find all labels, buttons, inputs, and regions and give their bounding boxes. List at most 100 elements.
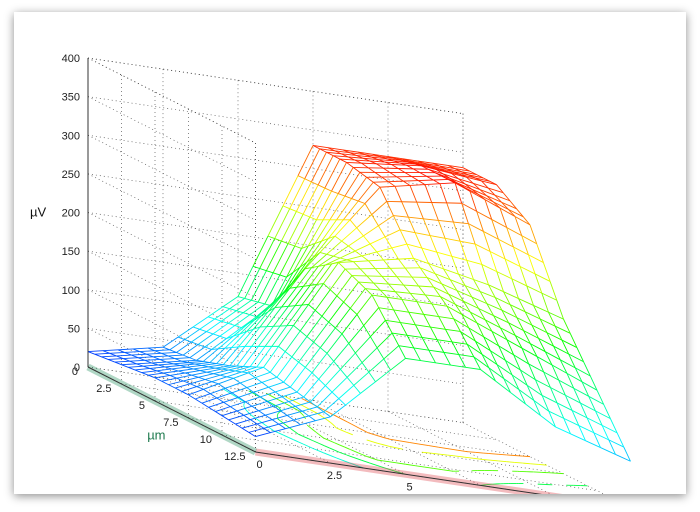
mesh-line <box>368 259 384 262</box>
mesh-line <box>272 243 289 274</box>
mesh-line <box>174 358 182 362</box>
mesh-line <box>136 362 152 365</box>
mesh-line <box>123 357 139 360</box>
mesh-line <box>267 235 275 240</box>
mesh-line <box>326 333 343 354</box>
mesh-line <box>325 385 333 393</box>
mesh-line <box>404 267 413 278</box>
mesh-line <box>102 349 119 352</box>
mesh-line <box>403 180 411 186</box>
mesh-line <box>188 388 204 396</box>
mesh-line <box>366 176 374 183</box>
mesh-line <box>233 377 241 384</box>
mesh-line <box>209 362 217 365</box>
contour-segment <box>307 445 314 449</box>
contour-segment <box>399 440 410 443</box>
mesh-line <box>416 301 425 315</box>
contour-segment <box>490 459 498 462</box>
mesh-line <box>358 281 366 289</box>
mesh-line <box>298 361 306 368</box>
mesh-line <box>198 373 214 378</box>
mesh-line <box>196 359 204 362</box>
contour-segment <box>349 455 355 458</box>
mesh-line <box>389 172 397 178</box>
mesh-line <box>373 181 381 188</box>
contour-segment <box>306 424 310 428</box>
z-tick-label: 350 <box>62 92 80 104</box>
contour-segment <box>332 424 336 427</box>
mesh-line <box>274 306 282 309</box>
mesh-line <box>376 251 384 261</box>
contour-segment <box>424 466 434 469</box>
mesh-line <box>246 381 263 389</box>
contour-segment <box>346 432 353 436</box>
mesh-line <box>571 410 588 419</box>
mesh-line <box>549 387 558 404</box>
contour-segment <box>323 452 325 454</box>
mesh-line <box>268 381 284 388</box>
mesh-line <box>360 381 376 394</box>
mesh-line <box>451 341 460 355</box>
mesh-line <box>615 454 631 462</box>
mesh-line <box>146 353 154 358</box>
mesh-line <box>381 276 389 285</box>
mesh-line <box>248 372 256 378</box>
mesh-line <box>378 225 386 238</box>
contour-segment <box>330 422 332 424</box>
mesh-line <box>328 301 344 323</box>
mesh-line <box>189 357 197 361</box>
mesh-line <box>408 311 416 326</box>
mesh-line <box>294 285 311 306</box>
z-axis-ticks: 050100150200250300350400 <box>62 53 80 374</box>
mesh-line <box>236 299 252 312</box>
contour-segment <box>246 410 248 413</box>
contour-segment <box>312 410 317 414</box>
mesh-line <box>406 243 422 249</box>
mesh-line <box>368 371 376 382</box>
mesh-line <box>418 285 434 288</box>
mesh-line <box>239 382 248 388</box>
mesh-line <box>374 172 382 178</box>
contour-segment <box>311 439 315 442</box>
mesh-line <box>124 351 140 353</box>
mesh-line <box>286 410 303 416</box>
mesh-line <box>337 167 354 194</box>
mesh-line <box>171 366 187 370</box>
mesh-line <box>401 299 418 303</box>
contour-segment <box>428 445 439 448</box>
mesh-line <box>314 289 331 311</box>
mesh-line <box>398 345 414 349</box>
mesh-line <box>438 219 454 223</box>
mesh-line <box>102 350 110 354</box>
contour-segment <box>360 453 367 457</box>
mesh-line <box>406 335 415 349</box>
mesh-line <box>171 368 179 372</box>
mesh-line <box>219 335 227 339</box>
mesh-line <box>259 307 276 328</box>
mesh-line <box>169 349 177 353</box>
mesh-line <box>305 367 313 373</box>
mesh-line <box>258 410 266 416</box>
mesh-line <box>169 374 177 379</box>
mesh-line <box>146 352 162 355</box>
mesh-line <box>251 299 259 303</box>
mesh-line <box>248 427 264 433</box>
mesh-line <box>264 325 281 347</box>
contour-segment <box>506 461 515 463</box>
contour-segment <box>396 462 406 465</box>
mesh-line <box>301 406 318 412</box>
mesh-line <box>287 243 295 247</box>
mesh-line <box>201 397 218 404</box>
mesh-line <box>194 363 202 366</box>
mesh-line <box>438 316 446 330</box>
mesh-line <box>331 190 339 195</box>
mesh-line <box>378 307 386 321</box>
mesh-line <box>128 365 144 368</box>
mesh-line <box>425 294 441 298</box>
contour-segment <box>344 446 350 450</box>
mesh-line <box>284 351 293 358</box>
mesh-line <box>382 167 391 173</box>
mesh-line <box>266 270 274 274</box>
mesh-line <box>369 243 378 253</box>
mesh-line <box>386 297 395 311</box>
